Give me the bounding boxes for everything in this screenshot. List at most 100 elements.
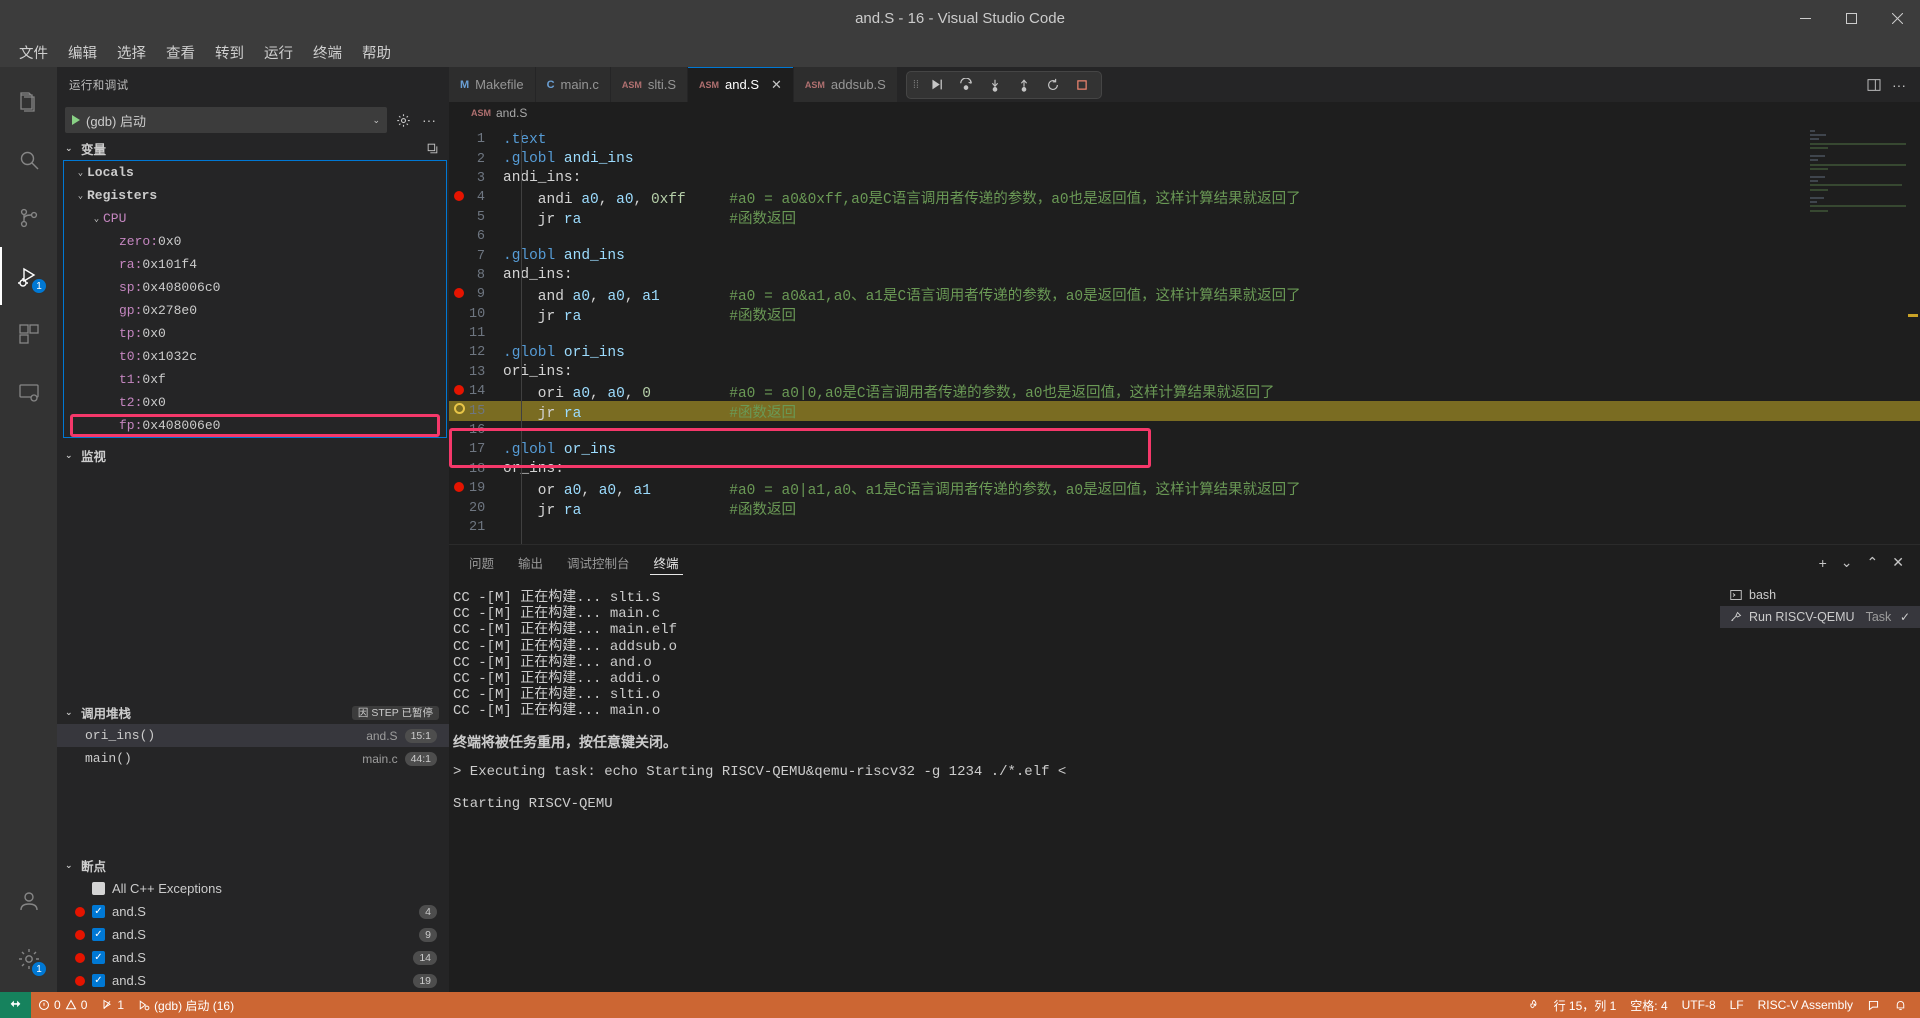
breadcrumb[interactable]: ASM and.S bbox=[449, 102, 1920, 124]
activity-search[interactable] bbox=[0, 131, 57, 189]
variable-row[interactable]: ⌄ Registers bbox=[64, 184, 446, 207]
variable-row[interactable]: t1: 0xf bbox=[64, 368, 446, 391]
breakpoint-row[interactable]: ✓ and.S 14 bbox=[57, 946, 449, 969]
variable-row[interactable]: sp: 0x408006c0 bbox=[64, 276, 446, 299]
variable-row[interactable]: s1: 0x0 bbox=[64, 437, 446, 438]
variable-row[interactable]: ⌄ Locals bbox=[64, 161, 446, 184]
chevron-down-icon[interactable]: ⌄ bbox=[74, 191, 87, 201]
code-line[interactable]: 14 ori a0, a0, 0 #a0 = a0|0,a0是C语言调用者传递的… bbox=[449, 382, 1920, 402]
flame-icon[interactable] bbox=[1521, 992, 1547, 1018]
restart-button[interactable] bbox=[1040, 73, 1066, 97]
menu-view[interactable]: 查看 bbox=[157, 39, 204, 66]
code-line[interactable]: 19 or a0, a0, a1 #a0 = a0|a1,a0、a1是C语言调用… bbox=[449, 479, 1920, 499]
menu-terminal[interactable]: 终端 bbox=[304, 39, 351, 66]
breakpoint-icon[interactable] bbox=[449, 287, 469, 303]
code-line[interactable]: 21 bbox=[449, 518, 1920, 537]
code-line[interactable]: 9 and a0, a0, a1 #a0 = a0&a1,a0、a1是C语言调用… bbox=[449, 285, 1920, 305]
step-over-button[interactable] bbox=[953, 73, 979, 97]
close-button[interactable] bbox=[1874, 0, 1920, 37]
code-line[interactable]: 20 jr ra #函数返回 bbox=[449, 498, 1920, 519]
start-debug-icon[interactable] bbox=[72, 115, 80, 125]
step-out-button[interactable] bbox=[1011, 73, 1037, 97]
variable-row[interactable]: t0: 0x1032c bbox=[64, 345, 446, 368]
breakpoint-row[interactable]: ✓ and.S 9 bbox=[57, 923, 449, 946]
variables-tree[interactable]: ⌄ Locals ⌄ Registers ⌄ CPU zero: 0x0 ra: 0x101f… bbox=[63, 160, 447, 438]
variable-row[interactable]: fp: 0x408006e0 bbox=[64, 414, 446, 437]
terminal-list-item[interactable]: Run RISCV-QEMU Task ✓ bbox=[1720, 606, 1920, 628]
callstack-frame[interactable]: ori_ins() and.S 15:1 bbox=[57, 724, 449, 747]
language-mode[interactable]: RISC-V Assembly bbox=[1751, 992, 1860, 1018]
menu-edit[interactable]: 编辑 bbox=[59, 39, 106, 66]
split-terminal-dropdown[interactable]: ⌄ bbox=[1841, 554, 1853, 571]
minimize-button[interactable] bbox=[1782, 0, 1828, 37]
menu-run[interactable]: 运行 bbox=[255, 39, 302, 66]
stop-button[interactable] bbox=[1069, 73, 1095, 97]
close-panel-button[interactable]: ✕ bbox=[1892, 554, 1904, 571]
close-icon[interactable]: ✕ bbox=[771, 77, 782, 93]
variable-row[interactable]: ⌄ CPU bbox=[64, 207, 446, 230]
continue-button[interactable] bbox=[924, 73, 950, 97]
breadcrumb-file[interactable]: and.S bbox=[496, 106, 527, 120]
code-editor[interactable]: 1 .text 2 .globl andi_ins 3 andi_ins: 4 andi a… bbox=[449, 124, 1920, 544]
watch-section-header[interactable]: ⌄ 监视 bbox=[57, 444, 449, 467]
code-line[interactable]: 10 jr ra #函数返回 bbox=[449, 305, 1920, 325]
activity-source-control[interactable] bbox=[0, 189, 57, 247]
chevron-down-icon[interactable]: ⌄ bbox=[74, 168, 87, 178]
activity-settings[interactable]: 1 bbox=[0, 930, 57, 988]
gear-icon[interactable] bbox=[393, 109, 413, 131]
code-line[interactable]: 11 bbox=[449, 324, 1920, 343]
callstack-list[interactable]: ori_ins() and.S 15:1 main() main.c 44:1 bbox=[57, 724, 449, 770]
breakpoint-checkbox[interactable] bbox=[92, 882, 105, 895]
bell-icon[interactable] bbox=[1887, 992, 1914, 1018]
variable-row[interactable]: ra: 0x101f4 bbox=[64, 253, 446, 276]
ports-indicator[interactable]: 1 bbox=[94, 992, 131, 1018]
variables-section-header[interactable]: ⌄ 变量 bbox=[57, 137, 449, 160]
editor-tab[interactable]: ASM slti.S bbox=[610, 67, 689, 102]
menu-selection[interactable]: 选择 bbox=[108, 39, 155, 66]
panel-tab[interactable]: 终端 bbox=[649, 545, 683, 580]
eol-setting[interactable]: LF bbox=[1723, 992, 1751, 1018]
code-line[interactable]: 12 .globl ori_ins bbox=[449, 343, 1920, 362]
cursor-position[interactable]: 行 15，列 1 bbox=[1547, 992, 1624, 1018]
maximize-panel-button[interactable]: ⌃ bbox=[1867, 554, 1879, 571]
minimap[interactable] bbox=[1810, 130, 1906, 212]
callstack-section-header[interactable]: ⌄ 调用堆栈 因 STEP 已暂停 bbox=[57, 701, 449, 724]
code-line[interactable]: 16 bbox=[449, 421, 1920, 440]
activity-remote-explorer[interactable] bbox=[0, 363, 57, 421]
feedback-icon[interactable] bbox=[1860, 992, 1887, 1018]
watch-list[interactable] bbox=[57, 467, 449, 701]
code-line[interactable]: 8 and_ins: bbox=[449, 266, 1920, 285]
editor-tab[interactable]: Cmain.c bbox=[535, 67, 611, 102]
panel-tab[interactable]: 输出 bbox=[518, 545, 543, 580]
maximize-button[interactable] bbox=[1828, 0, 1874, 37]
terminal-list-item[interactable]: bash bbox=[1720, 584, 1920, 606]
terminal-output[interactable]: CC -[M] 正在构建... slti.S CC -[M] 正在构建... ma… bbox=[449, 580, 1720, 992]
problems-indicator[interactable]: 0 0 bbox=[31, 992, 94, 1018]
variable-row[interactable]: zero: 0x0 bbox=[64, 230, 446, 253]
editor-tab[interactable]: M Makefile bbox=[449, 67, 536, 102]
more-actions-icon[interactable]: ··· bbox=[419, 109, 439, 131]
variable-row[interactable]: t2: 0x0 bbox=[64, 391, 446, 414]
remote-connection-indicator[interactable] bbox=[0, 992, 31, 1018]
code-line[interactable]: 7 .globl and_ins bbox=[449, 246, 1920, 265]
new-terminal-button[interactable]: + bbox=[1819, 555, 1827, 571]
variable-row[interactable]: gp: 0x278e0 bbox=[64, 299, 446, 322]
chevron-down-icon[interactable]: ⌄ bbox=[90, 214, 103, 224]
panel-tab[interactable]: 调试控制台 bbox=[567, 545, 630, 580]
panel-tab[interactable]: 问题 bbox=[469, 545, 494, 580]
code-line[interactable]: 4 andi a0, a0, 0xff #a0 = a0&0xff,a0是C语言… bbox=[449, 188, 1920, 208]
launch-config-select[interactable]: (gdb) 启动 ⌄ bbox=[65, 107, 387, 133]
editor-tab[interactable]: ASM and.S ✕ bbox=[688, 67, 794, 102]
breakpoint-row[interactable]: ✓ and.S 19 bbox=[57, 969, 449, 992]
breakpoint-icon[interactable] bbox=[449, 481, 469, 497]
code-line[interactable]: 3 andi_ins: bbox=[449, 169, 1920, 188]
breakpoint-checkbox[interactable]: ✓ bbox=[92, 951, 105, 964]
code-line[interactable]: 6 bbox=[449, 227, 1920, 246]
breakpoint-checkbox[interactable]: ✓ bbox=[92, 905, 105, 918]
breakpoints-section-header[interactable]: ⌄ 断点 bbox=[57, 854, 449, 877]
code-line[interactable]: 15 jr ra #函数返回 bbox=[449, 401, 1920, 422]
breakpoints-list[interactable]: All C++ Exceptions ✓ and.S 4 ✓ and.S 9 ✓ and.S 14… bbox=[57, 877, 449, 992]
code-line[interactable]: 17 .globl or_ins bbox=[449, 440, 1920, 459]
code-line[interactable]: 18 or_ins: bbox=[449, 460, 1920, 479]
debug-session-indicator[interactable]: (gdb) 启动 (16) bbox=[131, 992, 241, 1018]
